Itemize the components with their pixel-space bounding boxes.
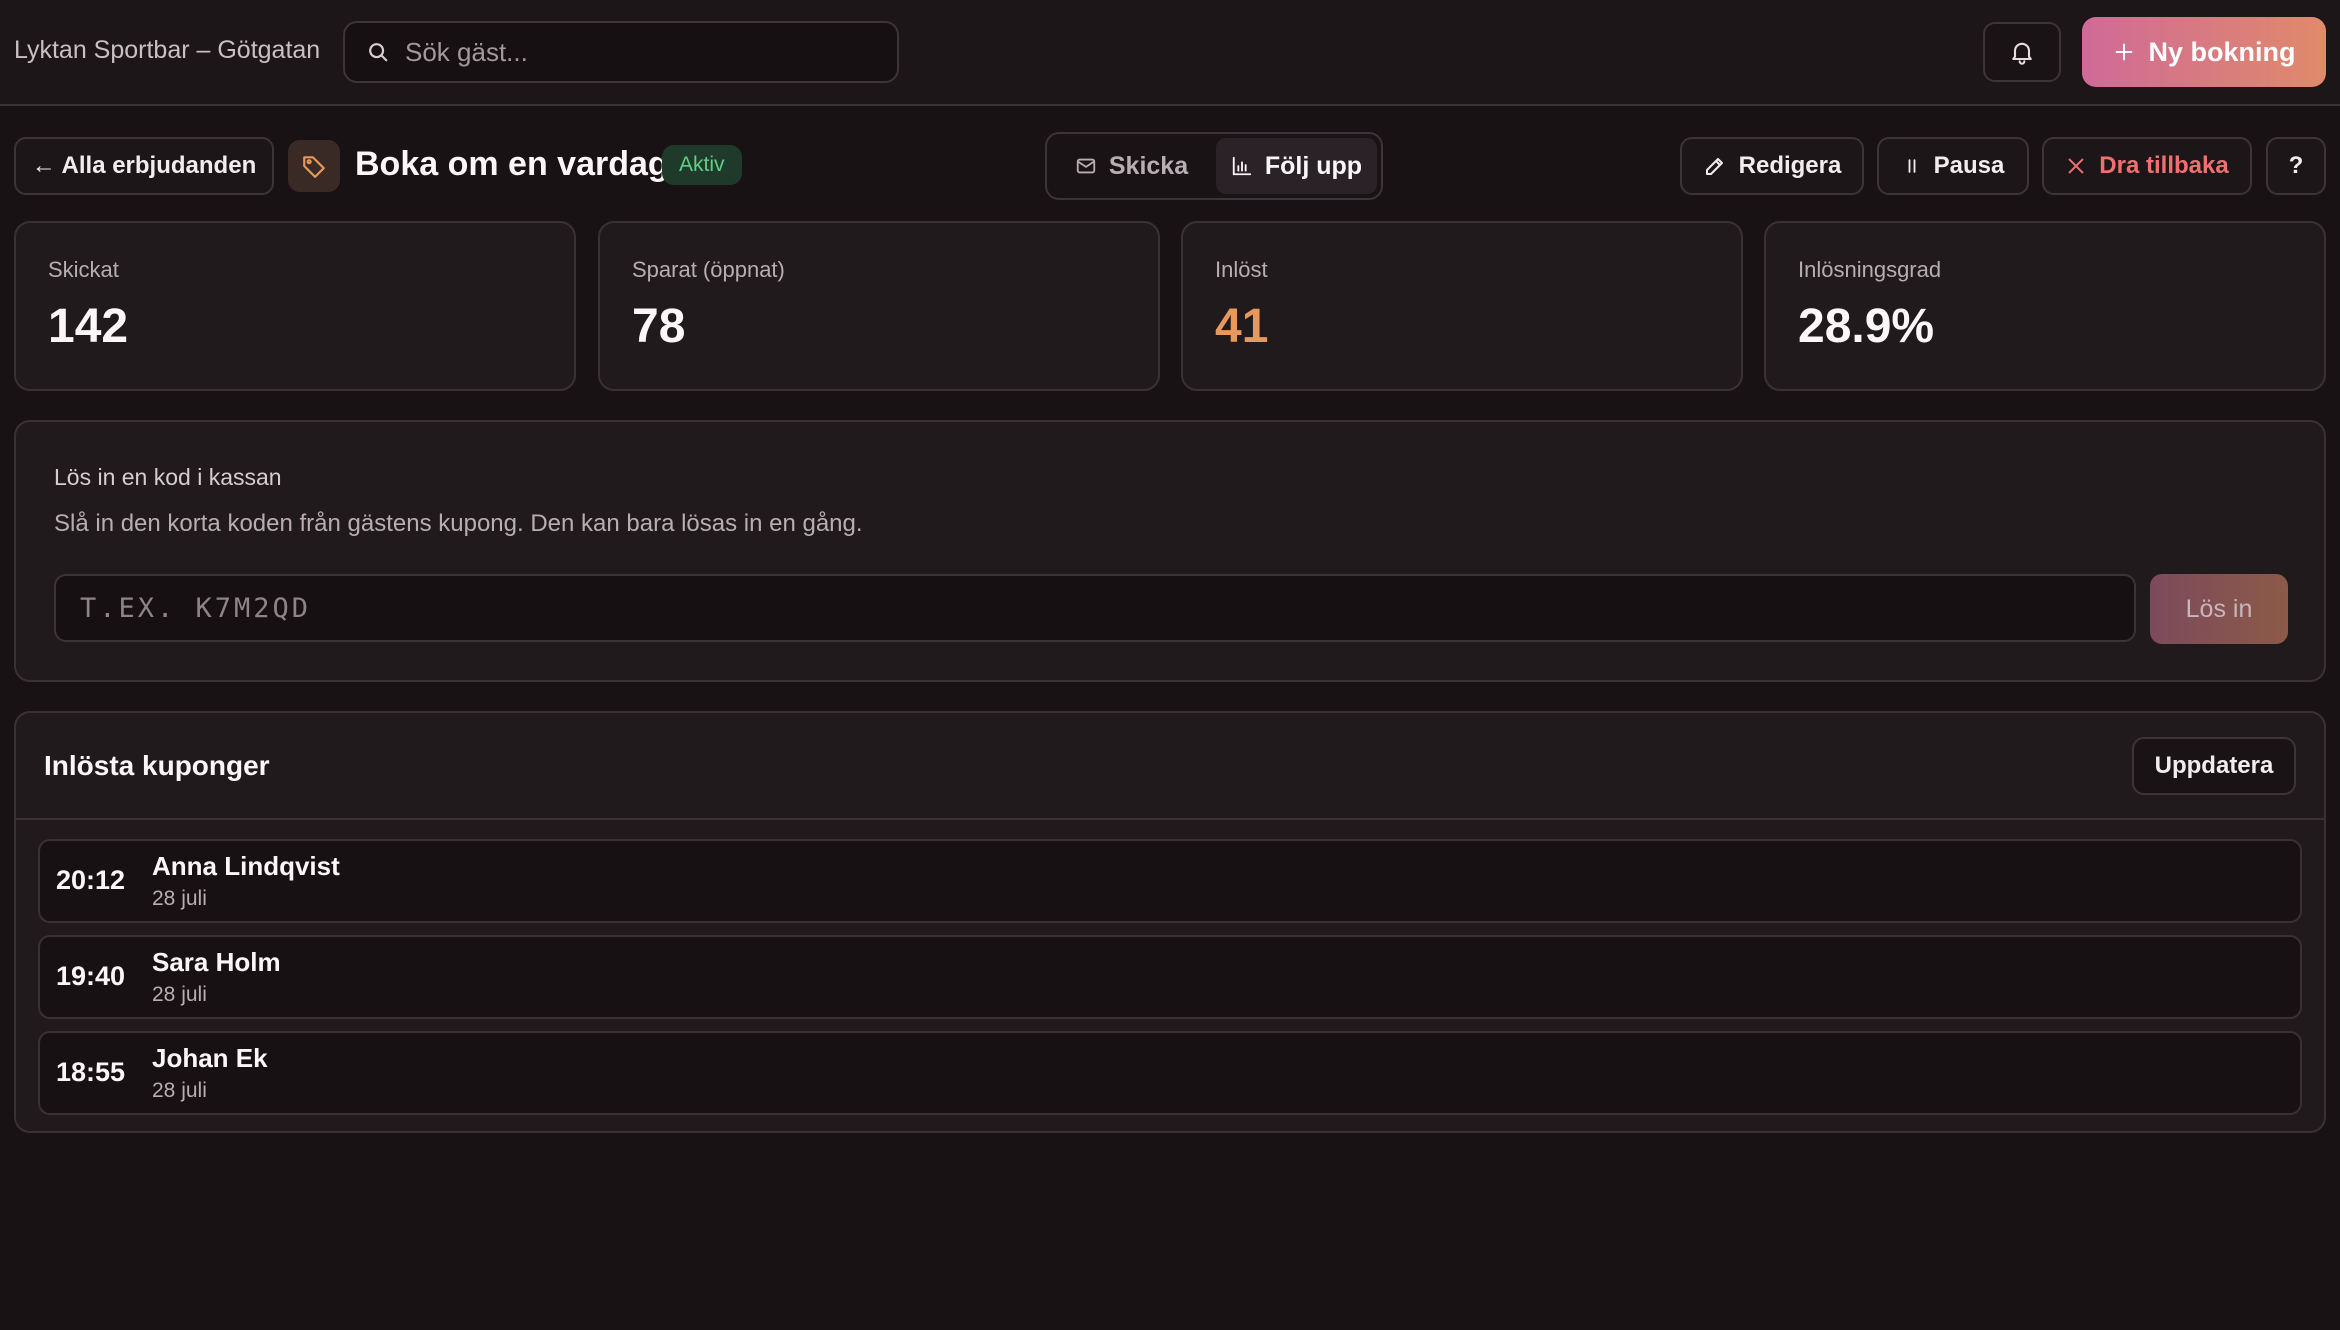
stat-value: 28.9% [1798, 300, 1935, 353]
stat-label: Sparat (öppnat) [632, 257, 785, 282]
tab-send[interactable]: Skicka [1051, 138, 1212, 194]
venue-name: Lyktan Sportbar – Götgatan [14, 36, 321, 64]
search-placeholder: Sök gäst... [405, 36, 528, 67]
top-bar: Lyktan Sportbar – Götgatan Sök gäst... N… [0, 0, 2340, 106]
stat-label: Inlöst [1215, 257, 1268, 282]
guest-name: Sara Holm [152, 947, 281, 977]
redeem-code-panel: Lös in en kod i kassan Slå in den korta … [14, 420, 2326, 682]
tab-follow-up[interactable]: Följ upp [1216, 138, 1377, 194]
notifications-button[interactable] [1983, 22, 2061, 82]
tab-send-label: Skicka [1108, 151, 1189, 180]
redeemed-date: 28 juli [152, 887, 207, 910]
redeem-description: Slå in den korta koden från gästens kupo… [54, 510, 863, 537]
stat-value: 41 [1215, 300, 1269, 353]
list-item[interactable]: 18:55 Johan Ek 28 juli [38, 1031, 2302, 1115]
coupon-code-placeholder: T.EX. K7M2QD [80, 592, 312, 624]
plus-icon [2113, 41, 2135, 63]
pencil-icon [1703, 154, 1727, 178]
withdraw-button[interactable]: Dra tillbaka [2042, 137, 2252, 195]
redeem-heading: Lös in en kod i kassan [54, 464, 282, 490]
coupon-code-input[interactable]: T.EX. K7M2QD [54, 574, 2136, 642]
guest-search-input[interactable]: Sök gäst... [343, 21, 899, 83]
guest-name: Anna Lindqvist [152, 851, 340, 881]
list-item[interactable]: 19:40 Sara Holm 28 juli [38, 935, 2302, 1019]
stat-card-redemption-rate: Inlösningsgrad 28.9% [1764, 221, 2326, 391]
edit-label: Redigera [1738, 152, 1842, 179]
pause-icon [1902, 156, 1922, 176]
new-booking-button[interactable]: Ny bokning [2082, 17, 2326, 87]
guest-name: Johan Ek [152, 1043, 268, 1073]
list-item[interactable]: 20:12 Anna Lindqvist 28 juli [38, 839, 2302, 923]
redeem-button[interactable]: Lös in [2150, 574, 2288, 644]
tag-icon [288, 140, 340, 192]
redeemed-title: Inlösta kuponger [44, 750, 270, 781]
stat-value: 142 [48, 300, 129, 353]
redeemed-time: 20:12 [56, 865, 126, 895]
redeemed-date: 28 juli [152, 1079, 207, 1102]
close-icon [2065, 155, 2087, 177]
tab-follow-up-label: Följ upp [1264, 151, 1363, 180]
view-toggle: Skicka Följ upp [1045, 132, 1383, 200]
redeemed-date: 28 juli [152, 983, 207, 1006]
status-badge: Aktiv [662, 145, 742, 185]
back-to-offers-button[interactable]: ← Alla erbjudanden [14, 137, 274, 195]
pause-label: Pausa [1933, 152, 2005, 179]
redeemed-time: 19:40 [56, 961, 126, 991]
redeemed-header: Inlösta kuponger Uppdatera [16, 713, 2324, 820]
stat-label: Inlösningsgrad [1798, 257, 1942, 282]
pause-button[interactable]: Pausa [1877, 137, 2029, 195]
search-icon [367, 41, 389, 63]
stat-card-saved: Sparat (öppnat) 78 [598, 221, 1160, 391]
new-booking-label: Ny bokning [2148, 36, 2296, 67]
stat-card-sent: Skickat 142 [14, 221, 576, 391]
refresh-button[interactable]: Uppdatera [2132, 737, 2296, 795]
stat-value: 78 [632, 300, 686, 353]
redeemed-coupons-panel: Inlösta kuponger Uppdatera 20:12 Anna Li… [14, 711, 2326, 1133]
bell-icon [2008, 38, 2036, 66]
withdraw-label: Dra tillbaka [2099, 152, 2229, 179]
offer-title: Boka om en vardag [355, 145, 669, 183]
stat-card-redeemed: Inlöst 41 [1181, 221, 1743, 391]
mail-icon [1075, 155, 1097, 177]
edit-button[interactable]: Redigera [1680, 137, 1864, 195]
bar-chart-icon [1231, 155, 1253, 177]
help-button[interactable]: ? [2266, 137, 2326, 195]
redeemed-time: 18:55 [56, 1057, 126, 1087]
stat-label: Skickat [48, 257, 119, 282]
